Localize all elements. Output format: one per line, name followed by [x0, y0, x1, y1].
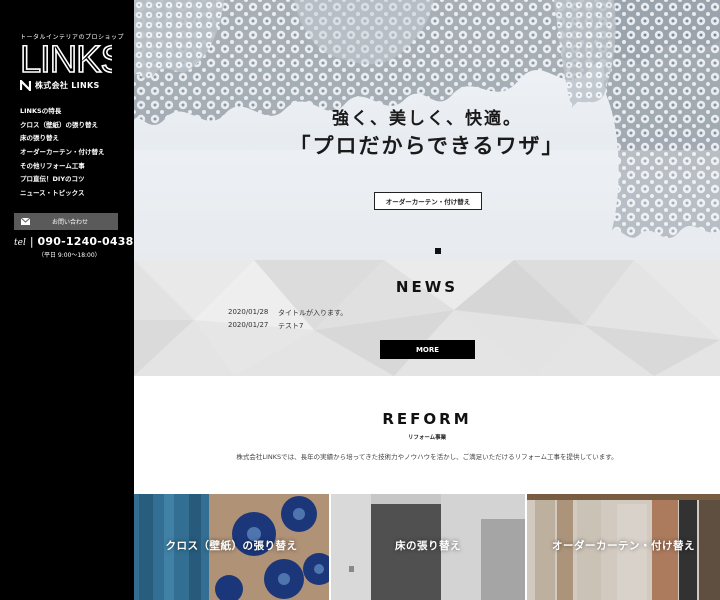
nav-item-diy[interactable]: プロ直伝！DIYのコツ	[20, 173, 105, 187]
reform-subheading: リフォーム事業	[407, 435, 447, 441]
service-card-wallpaper[interactable]: クロス（壁紙）の張り替え	[134, 494, 329, 600]
nav-item-wallpaper[interactable]: クロス（壁紙）の張り替え	[20, 119, 105, 133]
nav-item-curtain[interactable]: オーダーカーテン・付け替え	[20, 146, 105, 160]
site-tagline: トータルインテリアのプロショップ	[20, 34, 125, 41]
tel-separator: |	[29, 235, 34, 248]
tel-number: 090-1240-0438	[37, 235, 134, 248]
nav-item-features[interactable]: LINKSの特長	[20, 105, 105, 119]
service-label: クロス（壁紙）の張り替え	[165, 540, 298, 552]
business-hours: （平日 9:00〜18:00）	[38, 252, 101, 259]
hero-title: 強く、美しく、快適。	[332, 109, 522, 129]
svg-text:LINKS: LINKS	[20, 41, 112, 77]
company-name: 株式会社 LINKS	[35, 81, 100, 90]
news-heading: NEWS	[395, 278, 459, 296]
news-date: 2020/01/27	[228, 321, 269, 329]
mail-icon	[21, 218, 30, 225]
reform-heading: REFORM	[382, 410, 472, 428]
nav-item-flooring[interactable]: 床の張り替え	[20, 132, 105, 146]
sidebar: トータルインテリアのプロショップ LINKS 株式会社 LINKS LINKSの…	[0, 0, 134, 600]
news-section: NEWS 2020/01/28 タイトルが入ります。 2020/01/27 テス…	[134, 260, 720, 376]
reform-description: 株式会社LINKSでは、長年の実績から培ってきた技術力やノウハウを活かし、ご満足…	[236, 453, 618, 461]
tel-label: tel	[14, 238, 26, 248]
links-logo[interactable]: LINKS	[20, 41, 112, 77]
sidebar-nav: LINKSの特長 クロス（壁紙）の張り替え 床の張り替え オーダーカーテン・付け…	[20, 105, 105, 201]
news-title-text: タイトルが入ります。	[278, 309, 348, 317]
hero-subtitle: 「プロだからできるワザ」	[289, 134, 565, 158]
news-date: 2020/01/28	[228, 308, 269, 316]
service-card-flooring[interactable]: 床の張り替え	[331, 494, 525, 600]
news-more-button[interactable]: MORE	[380, 340, 475, 359]
service-card-curtain[interactable]: オーダーカーテン・付け替え	[527, 494, 720, 600]
links-logo-n-icon	[20, 80, 31, 91]
news-item[interactable]: 2020/01/27 テスト7	[228, 321, 303, 331]
news-title-text: テスト7	[278, 322, 304, 330]
service-label: 床の張り替え	[395, 540, 461, 552]
service-label: オーダーカーテン・付け替え	[552, 540, 695, 552]
nav-item-news[interactable]: ニュース・トピックス	[20, 187, 105, 201]
company-logo: 株式会社 LINKS	[20, 80, 100, 91]
contact-button[interactable]: お問い合わせ	[14, 213, 118, 230]
hero-curtain-button[interactable]: オーダーカーテン・付け替え	[374, 192, 482, 210]
phone-number[interactable]: tel | 090-1240-0438	[14, 235, 133, 248]
news-item[interactable]: 2020/01/28 タイトルが入ります。	[228, 308, 347, 318]
contact-label: お問い合わせ	[52, 219, 89, 226]
slider-indicator[interactable]	[435, 248, 441, 254]
hero-banner: 強く、美しく、快適。 「プロだからできるワザ」 オーダーカーテン・付け替え	[134, 0, 720, 260]
nav-item-other-reform[interactable]: その他リフォーム工事	[20, 160, 105, 174]
